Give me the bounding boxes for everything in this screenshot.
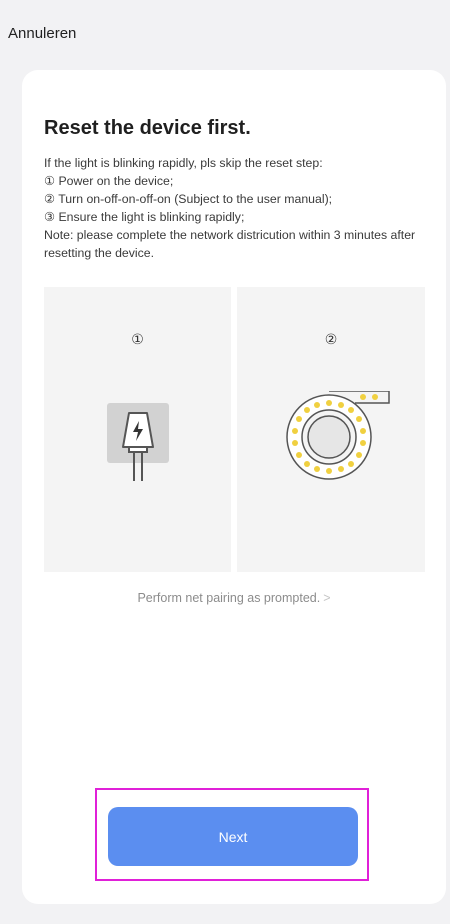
illustration-panel-step-1: ① [44,287,231,572]
net-pairing-link[interactable]: Perform net pairing as prompted. > [22,591,446,605]
reset-illustrations: ① ② [44,287,425,572]
chevron-right-icon: > [323,591,331,605]
step-2-number: ② [324,331,338,347]
instructions-step-3: ③ Ensure the light is blinking rapidly; [44,210,245,224]
net-pairing-link-label: Perform net pairing as prompted. [137,591,321,605]
blinking-light-ring-icon [286,391,390,480]
page-title: Reset the device first. [44,117,251,139]
instructions-step-1: ① Power on the device; [44,174,174,188]
illustration-panel-step-2: ② [237,287,425,572]
instructions-note: Note: please complete the network distri… [44,228,416,260]
instructions-step-2: ② Turn on-off-on-off-on (Subject to the … [44,192,333,206]
instructions-text: If the light is blinking rapidly, pls sk… [44,154,428,262]
step-1-number: ① [131,331,144,347]
reset-instructions-card: Reset the device first. If the light is … [22,70,446,904]
top-bar: Annuleren [0,0,450,64]
cancel-button[interactable]: Annuleren [8,25,76,42]
next-button[interactable]: Next [108,807,358,866]
power-plug-icon [107,403,169,481]
instructions-intro: If the light is blinking rapidly, pls sk… [44,156,323,170]
